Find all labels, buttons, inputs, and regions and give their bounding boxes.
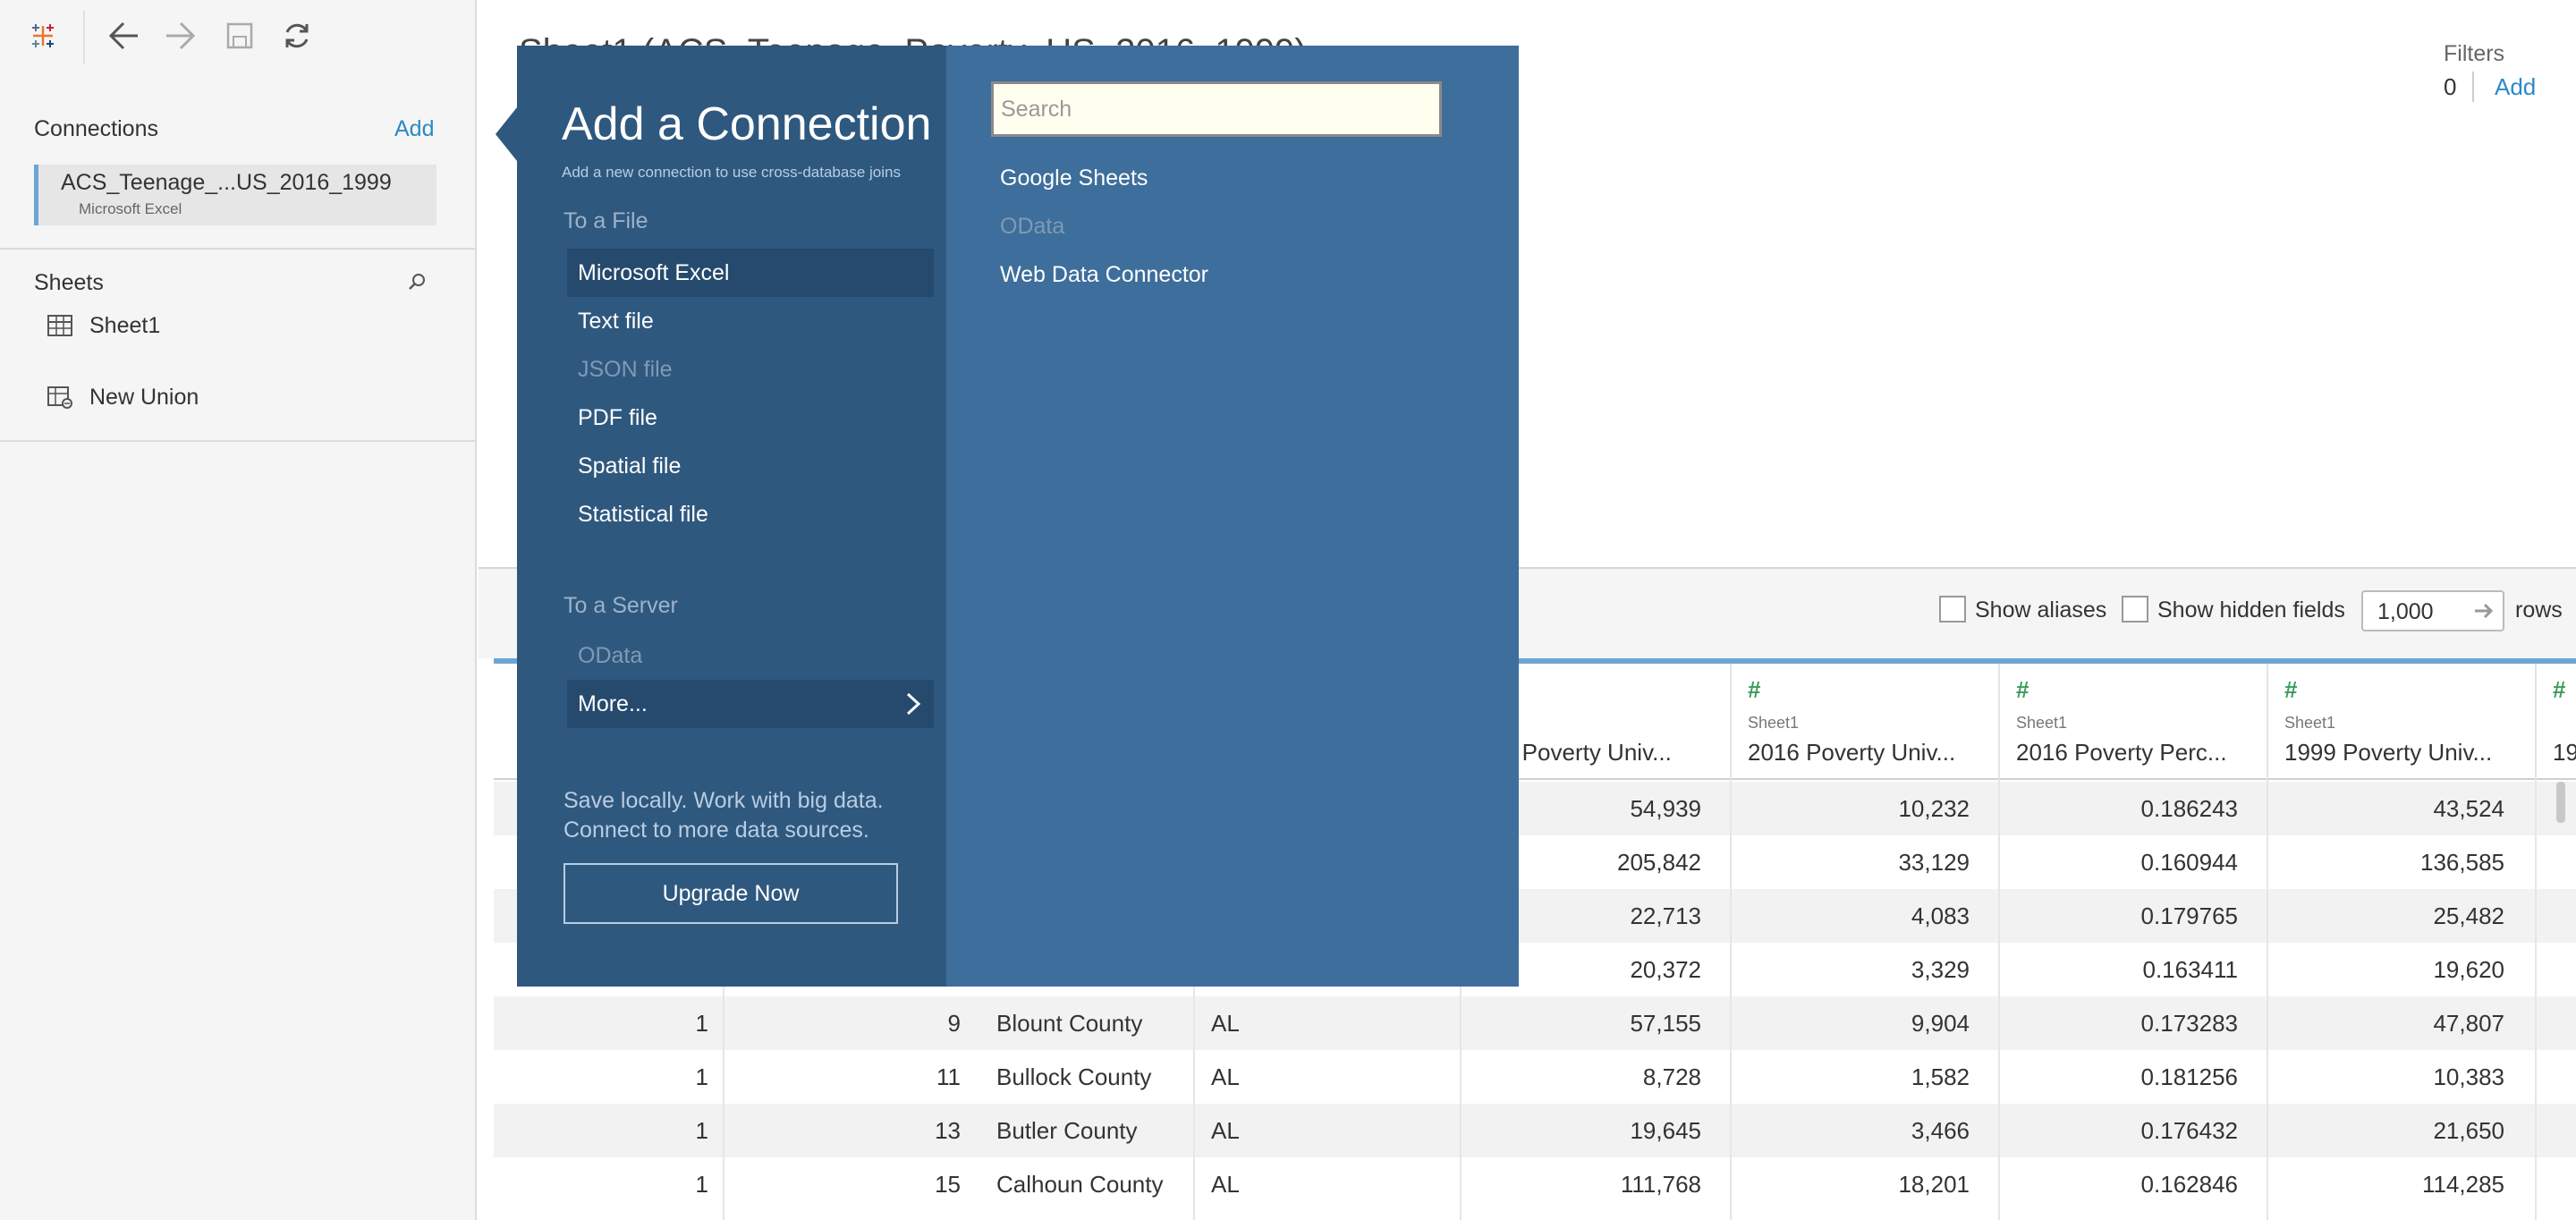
rows-value: 1,000 [2377, 599, 2434, 624]
chevron-right-icon [906, 692, 921, 716]
union-icon [47, 386, 72, 409]
sheets-header: Sheets [34, 270, 104, 295]
tableau-logo-icon[interactable] [23, 16, 63, 55]
back-icon[interactable] [104, 16, 143, 55]
connector-more[interactable]: More... [567, 680, 934, 728]
connector-spatial-file[interactable]: Spatial file [567, 442, 934, 490]
show-hidden-fields-checkbox[interactable] [2122, 596, 2148, 623]
show-aliases-checkbox[interactable] [1939, 596, 1966, 623]
column-divider [1998, 780, 2000, 1220]
table-icon [47, 315, 72, 336]
column-header-partial[interactable]: # 19 [2535, 664, 2576, 780]
show-aliases-label: Show aliases [1975, 597, 2107, 623]
connector-odata: OData [578, 643, 643, 668]
connection-name: ACS_Teenage_...US_2016_1999 [61, 170, 392, 195]
add-connection-link[interactable]: Add [394, 116, 434, 142]
column-source: Sheet1 [2016, 714, 2068, 732]
connector-statistical-file[interactable]: Statistical file [567, 490, 934, 538]
result-odata: OData [1000, 214, 1065, 239]
divider [0, 440, 477, 442]
dialog-subtitle: Add a new connection to use cross-databa… [562, 164, 901, 181]
forward-icon[interactable] [161, 16, 200, 55]
number-type-icon[interactable]: # [2284, 676, 2297, 704]
sheet-item-new-union[interactable]: New Union [47, 381, 199, 413]
number-type-icon[interactable]: # [2553, 676, 2565, 704]
column-divider [2267, 780, 2268, 1220]
connector-categories: Add a Connection Add a new connection to… [517, 46, 946, 987]
connector-text-file[interactable]: Text file [567, 297, 934, 345]
connector-json-file: JSON file [578, 357, 673, 382]
result-google-sheets[interactable]: Google Sheets [1000, 165, 1148, 191]
column-source: Sheet1 [2284, 714, 2336, 732]
column-name: 2016 Poverty Univ... [1748, 739, 1956, 766]
add-filter-link[interactable]: Add [2495, 73, 2536, 101]
connection-item[interactable]: ACS_Teenage_...US_2016_1999 Microsoft Ex… [34, 165, 436, 225]
toolbar-separator [83, 11, 85, 64]
column-header[interactable]: # Sheet1 1999 Poverty Univ... [2267, 664, 2535, 780]
column-divider [2535, 780, 2537, 1220]
search-input[interactable] [991, 81, 1442, 137]
table-row[interactable]: 1 13 Butler County AL 19,645 3,466 0.176432 21,… [494, 1104, 2576, 1157]
show-hidden-fields-label: Show hidden fields [2157, 597, 2345, 623]
column-name: 19 [2553, 739, 2576, 766]
search-icon[interactable] [408, 272, 428, 296]
table-row[interactable]: 1 11 Bullock County AL 8,728 1,582 0.181256 10,… [494, 1050, 2576, 1104]
filters-count: 0 [2444, 73, 2457, 100]
dialog-pointer [496, 107, 517, 161]
sheet-label: New Union [89, 384, 199, 410]
toolbar [0, 0, 477, 72]
promo-text: Save locally. Work with big data. Connec… [564, 786, 921, 845]
sheet-label: Sheet1 [89, 312, 161, 338]
number-type-icon[interactable]: # [1748, 676, 1760, 704]
connector-microsoft-excel[interactable]: Microsoft Excel [567, 249, 934, 297]
upgrade-now-button[interactable]: Upgrade Now [564, 863, 898, 924]
table-cell: 114,285 [2421, 1171, 2504, 1198]
column-divider [1730, 780, 1732, 1220]
connections-header: Connections [34, 116, 158, 141]
sheet-item-sheet1[interactable]: Sheet1 [47, 309, 160, 342]
to-a-server-header: To a Server [564, 593, 678, 618]
column-name: 1999 Poverty Univ... [2284, 739, 2493, 766]
table-cell: 10,383 [2433, 1063, 2504, 1090]
promo-line: Connect to more data sources. [564, 818, 869, 843]
promo-line: Save locally. Work with big data. [564, 788, 884, 813]
vertical-scrollbar[interactable] [2556, 782, 2565, 823]
column-header[interactable]: # Sheet1 2016 Poverty Univ... [1730, 664, 1998, 780]
table-row[interactable]: 1 15 Calhoun County AL 111,768 18,201 0.162846… [494, 1157, 2576, 1211]
refresh-icon[interactable] [277, 16, 317, 55]
to-a-file-header: To a File [564, 208, 648, 233]
arrow-right-icon[interactable] [2472, 599, 2496, 623]
column-name: 6 Poverty Univ... [1503, 739, 1672, 766]
divider [2472, 72, 2474, 102]
table-cell: 21,650 [2433, 1117, 2504, 1144]
add-connection-dialog: Add a Connection Add a new connection to… [517, 46, 1519, 987]
column-header[interactable]: # Sheet1 2016 Poverty Perc... [1998, 664, 2267, 780]
number-type-icon[interactable]: # [2016, 676, 2029, 704]
result-web-data-connector[interactable]: Web Data Connector [1000, 262, 1208, 288]
column-name: 2016 Poverty Perc... [2016, 739, 2227, 766]
table-cell: 47,807 [2433, 1010, 2504, 1037]
rows-label: rows [2515, 597, 2563, 623]
rows-input[interactable]: 1,000 [2361, 590, 2504, 631]
table-row[interactable]: 1 9 Blount County AL 57,155 9,904 0.173283 47,8… [494, 996, 2576, 1050]
dialog-title: Add a Connection [562, 98, 932, 150]
divider [0, 248, 477, 250]
connection-type: Microsoft Excel [79, 200, 182, 217]
more-label: More... [578, 691, 648, 716]
left-pane: Connections Add ACS_Teenage_...US_2016_1… [0, 0, 477, 1220]
save-icon[interactable] [220, 16, 259, 55]
column-source: Sheet1 [1748, 714, 1800, 732]
connector-pdf-file[interactable]: PDF file [567, 394, 934, 442]
filters-label: Filters [2444, 41, 2505, 66]
